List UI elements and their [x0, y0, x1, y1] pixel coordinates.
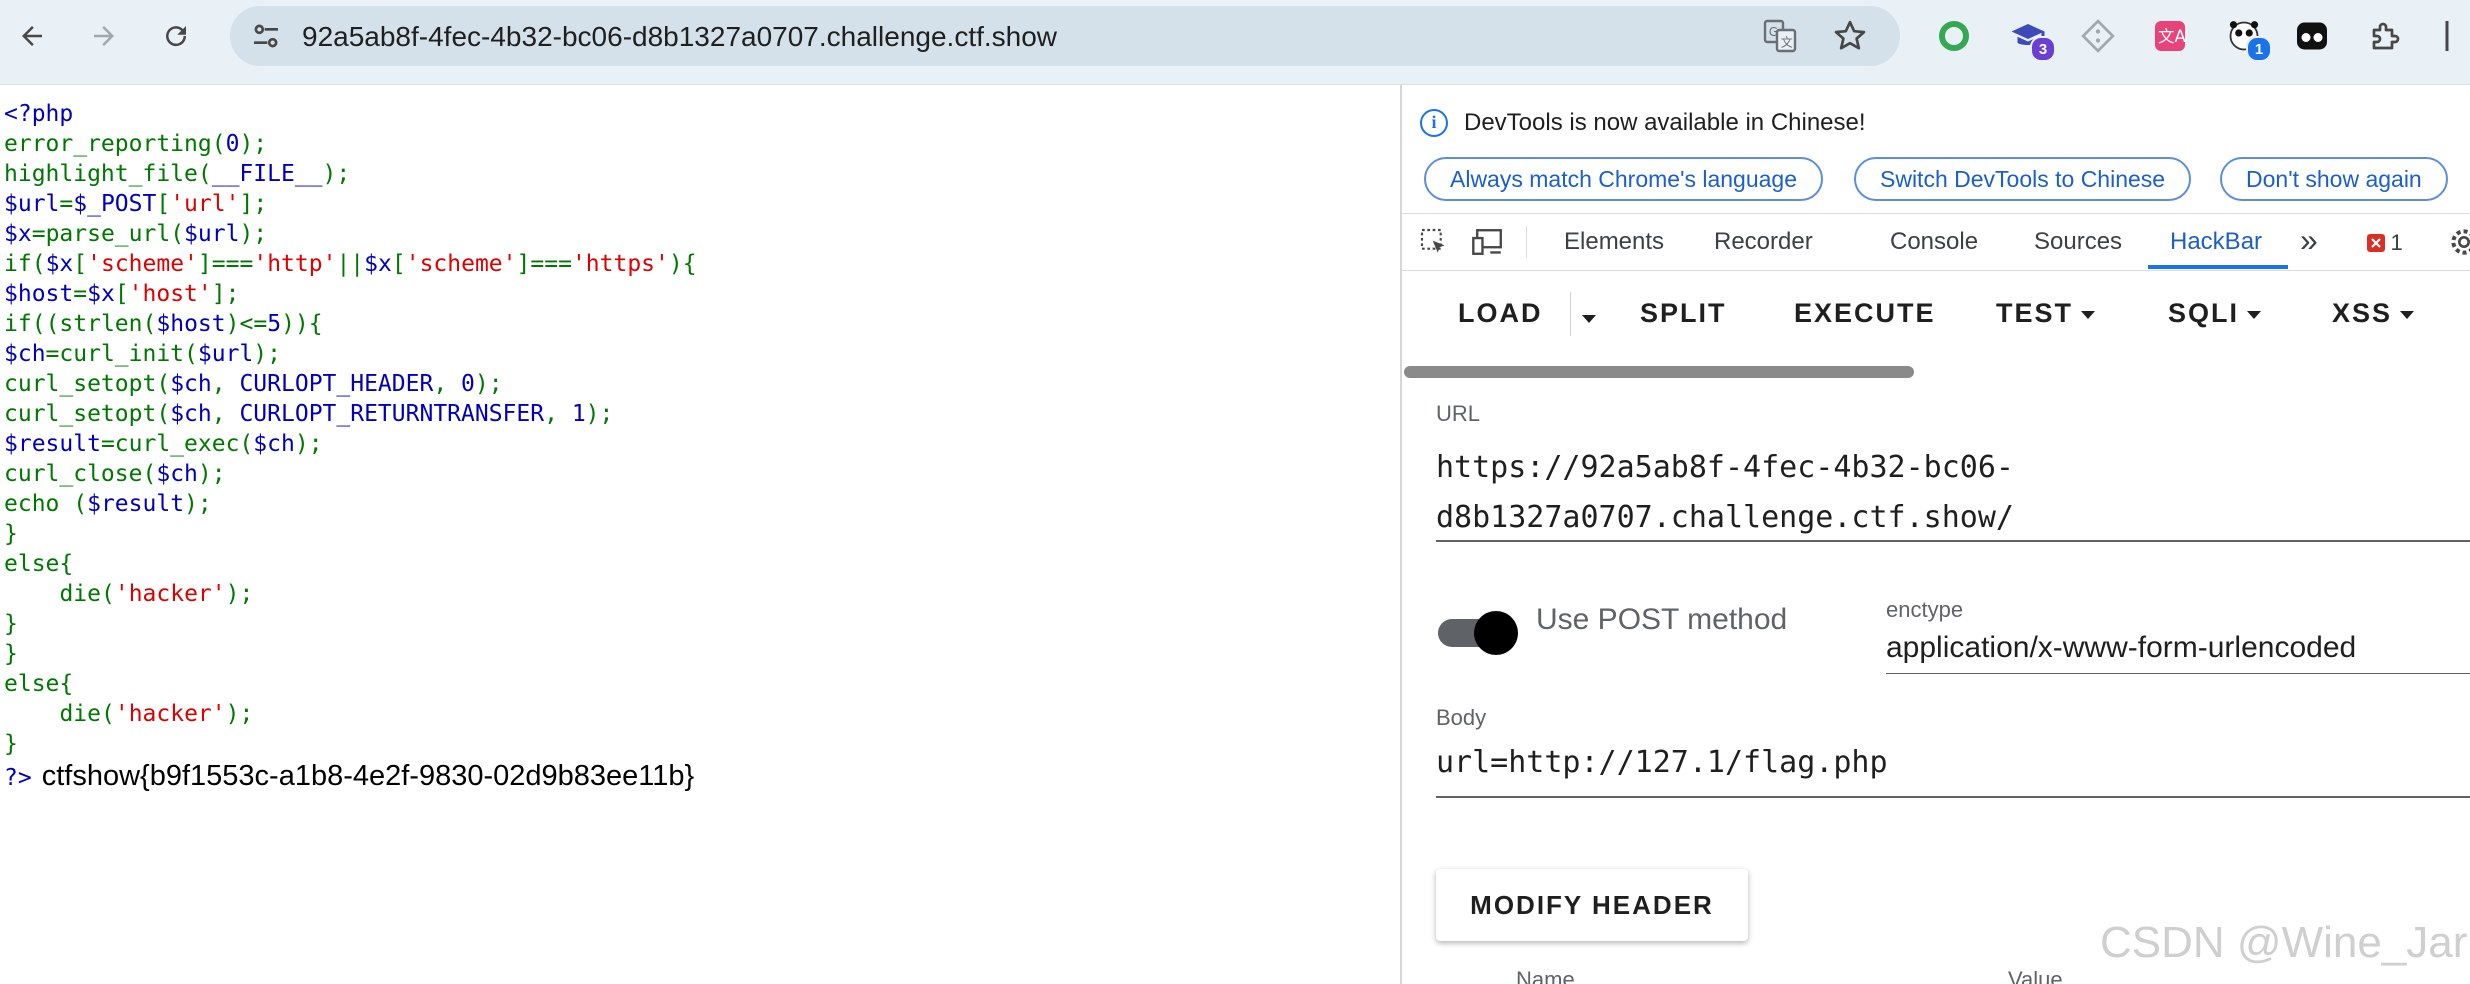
bookmark-star-icon[interactable] — [1832, 18, 1868, 59]
post-method-label: Use POST method — [1536, 603, 1788, 636]
extensions-puzzle-icon[interactable] — [2364, 14, 2408, 58]
url-value-line-2: d8b1327a0707.challenge.ctf.show/ — [1436, 500, 2014, 535]
arrow-right-icon — [94, 26, 114, 46]
tampermonkey-extension-icon[interactable] — [2290, 14, 2334, 58]
load-button[interactable]: LOAD — [1458, 298, 1543, 329]
execute-button[interactable]: EXECUTE — [1794, 298, 1936, 329]
url-value-line-1: https://92a5ab8f-4fec-4b32-bc06- — [1436, 450, 2014, 485]
chevron-down-icon — [2247, 310, 2262, 319]
xss-menu-button[interactable]: XSS — [2332, 298, 2415, 329]
diamond-extension-icon[interactable] — [2076, 14, 2120, 58]
error-count: 1 — [2390, 230, 2403, 255]
always-match-language-button[interactable]: Always match Chrome's language — [1424, 157, 1823, 201]
toolbar-scrollbar[interactable] — [1404, 366, 1914, 378]
error-counter[interactable]: 1 — [2366, 230, 2403, 256]
tab-console[interactable]: Console — [1890, 228, 1978, 256]
reload-button[interactable] — [154, 14, 198, 58]
url-field-underline — [1436, 540, 2470, 542]
body-field-underline — [1436, 796, 2470, 798]
toolbar-divider — [1570, 292, 1571, 336]
modify-header-button[interactable]: MODIFY HEADER — [1436, 869, 1748, 941]
sqli-menu-button[interactable]: SQLI — [2168, 298, 2262, 329]
language-infobar: i DevTools is now available in Chinese! … — [1402, 85, 2470, 207]
body-field[interactable]: url=http://127.1/flag.php — [1436, 745, 1888, 780]
enctype-underline — [1886, 673, 2470, 674]
test-menu-button[interactable]: TEST — [1996, 298, 2096, 329]
toggle-knob — [1474, 611, 1518, 655]
active-tab-indicator — [2148, 265, 2288, 269]
address-bar[interactable]: 92a5ab8f-4fec-4b32-bc06-d8b1327a0707.cha… — [230, 6, 1900, 66]
test-label: TEST — [1996, 298, 2074, 328]
tab-divider — [1526, 226, 1527, 258]
back-button[interactable] — [10, 14, 54, 58]
tab-elements[interactable]: Elements — [1564, 228, 1664, 256]
arrow-left-icon — [22, 26, 42, 46]
enctype-select[interactable]: application/x-www-form-urlencoded — [1886, 631, 2356, 665]
hackbar-toolbar: LOAD SPLIT EXECUTE TEST SQLI XSS — [1402, 270, 2470, 358]
svg-text:文A: 文A — [2158, 27, 2187, 46]
info-icon: i — [1420, 109, 1448, 137]
svg-text:文: 文 — [1781, 35, 1793, 50]
page-source-pane: <?php error_reporting(0); highlight_file… — [0, 85, 1400, 984]
forward-button[interactable] — [82, 14, 126, 58]
xss-label: XSS — [2332, 298, 2393, 328]
green-ring-extension-icon[interactable] — [1932, 14, 1976, 58]
post-method-toggle[interactable] — [1438, 603, 1518, 663]
header-name-label: Name — [1516, 967, 1575, 984]
flag-output: ctfshow{b9f1553c-a1b8-4e2f-9830-02d9b83e… — [41, 760, 695, 792]
inspect-element-icon[interactable] — [1418, 226, 1450, 263]
body-label: Body — [1436, 705, 1487, 730]
extension-badge: 3 — [2030, 36, 2056, 62]
php-source-code: <?php error_reporting(0); highlight_file… — [4, 101, 697, 757]
translate-page-icon[interactable]: G文 — [1762, 18, 1798, 59]
chrome-menu-icon[interactable] — [2432, 14, 2462, 58]
chevron-down-icon — [2400, 310, 2415, 319]
url-label: URL — [1436, 401, 1481, 426]
tab-sources[interactable]: Sources — [2034, 228, 2122, 256]
error-icon — [2367, 234, 2385, 252]
reload-icon — [166, 26, 187, 47]
infobar-message: DevTools is now available in Chinese! — [1464, 109, 1866, 136]
translate-extension-icon[interactable]: 文A — [2148, 14, 2192, 58]
load-menu-caret-icon[interactable] — [1582, 310, 1596, 328]
panda-extension-icon[interactable]: 1 — [2222, 14, 2272, 62]
extension-badge: 1 — [2246, 36, 2272, 62]
header-value-label: Value — [2008, 967, 2063, 984]
url-field[interactable]: https://92a5ab8f-4fec-4b32-bc06- d8b1327… — [1436, 443, 2456, 543]
switch-to-chinese-button[interactable]: Switch DevTools to Chinese — [1854, 157, 2192, 201]
watermark: CSDN @Wine_Jar — [2100, 918, 2468, 967]
tab-hackbar[interactable]: HackBar — [2170, 228, 2262, 256]
site-settings-icon[interactable] — [250, 20, 282, 57]
graduation-cap-extension-icon[interactable]: 3 — [2006, 14, 2056, 62]
address-url[interactable]: 92a5ab8f-4fec-4b32-bc06-d8b1327a0707.cha… — [302, 21, 1057, 53]
php-close-tag: ?> — [4, 765, 32, 791]
more-tabs-chevron-icon[interactable]: » — [2300, 222, 2318, 259]
browser-toolbar: 92a5ab8f-4fec-4b32-bc06-d8b1327a0707.cha… — [0, 0, 2470, 85]
devtools-tabbar: Elements Recorder Console Sources HackBa… — [1402, 213, 2470, 271]
enctype-label: enctype — [1886, 597, 1964, 622]
split-button[interactable]: SPLIT — [1640, 298, 1727, 329]
chevron-down-icon — [2081, 310, 2096, 319]
sqli-label: SQLI — [2168, 298, 2240, 328]
output-line: ?> ctfshow{b9f1553c-a1b8-4e2f-9830-02d9b8… — [4, 760, 694, 793]
devtools-panel: i DevTools is now available in Chinese! … — [1400, 85, 2470, 984]
device-toolbar-icon[interactable] — [1472, 226, 1506, 263]
svg-text:G: G — [1769, 25, 1778, 39]
dont-show-again-button[interactable]: Don't show again — [2220, 157, 2448, 201]
tab-recorder[interactable]: Recorder — [1714, 228, 1813, 256]
settings-gear-icon[interactable] — [2448, 226, 2470, 263]
